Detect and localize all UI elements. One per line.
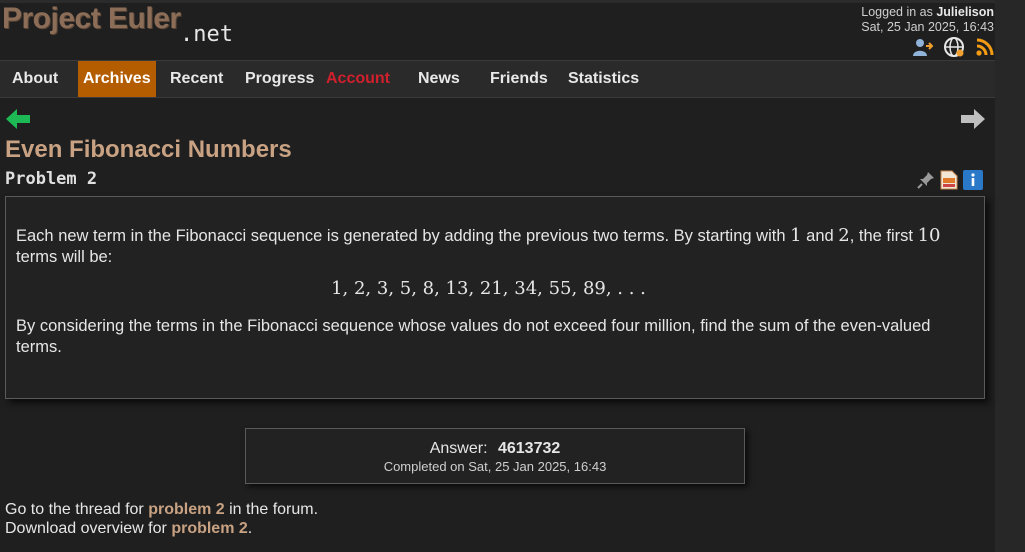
download-overview-line: Download overview for problem 2. xyxy=(5,519,318,538)
download-line-prefix: Download overview for xyxy=(5,520,167,537)
nav-friends[interactable]: Friends xyxy=(490,61,548,97)
logo-suffix-text: .net xyxy=(180,22,233,47)
user-info: Logged in as Julielison Sat, 25 Jan 2025… xyxy=(861,5,994,35)
rss-icon[interactable] xyxy=(974,36,996,58)
nav-archives[interactable]: Archives xyxy=(78,61,156,97)
completed-text: Completed on Sat, 25 Jan 2025, 16:43 xyxy=(383,459,607,474)
problem-title: Even Fibonacci Numbers xyxy=(5,136,292,163)
globe-icon[interactable] xyxy=(943,36,965,58)
problem-text: Each new term in the Fibonacci sequence … xyxy=(16,225,961,358)
problem-content-box: Each new term in the Fibonacci sequence … xyxy=(5,196,985,399)
problem-number: Problem 2 xyxy=(5,169,98,189)
next-problem-arrow-icon[interactable] xyxy=(960,108,986,135)
problem-paragraph-1: Each new term in the Fibonacci sequence … xyxy=(16,225,961,268)
math-number-10: 10 xyxy=(917,225,941,246)
forum-line-suffix: in the forum. xyxy=(229,501,319,518)
pin-icon[interactable] xyxy=(917,171,935,194)
paragraph-1-text-c: terms will be: xyxy=(16,248,113,266)
forum-line-prefix: Go to the thread for xyxy=(5,501,144,518)
header-datetime: Sat, 25 Jan 2025, 16:43 xyxy=(861,20,994,34)
footer-links: Go to the thread for problem 2 in the fo… xyxy=(5,500,318,538)
fibonacci-sequence: 1, 2, 3, 5, 8, 13, 21, 34, 55, 89, . . . xyxy=(331,278,646,299)
nav-news[interactable]: News xyxy=(418,61,460,97)
paragraph-1-text-b: , the first xyxy=(849,227,913,245)
nav-progress[interactable]: Progress xyxy=(245,61,314,97)
header-icons xyxy=(912,36,996,58)
logo-main-text: Project Euler xyxy=(2,2,181,35)
main-nav: About Archives Recent Progress Account N… xyxy=(0,60,995,98)
nav-recent[interactable]: Recent xyxy=(170,61,223,97)
account-icon[interactable] xyxy=(912,36,934,58)
right-gutter xyxy=(995,0,1025,552)
problem-paragraph-2: By considering the terms in the Fibonacc… xyxy=(16,317,931,356)
logged-in-prefix: Logged in as xyxy=(861,5,933,19)
answer-value: 4613732 xyxy=(497,440,561,457)
download-overview-link[interactable]: problem 2 xyxy=(171,520,247,537)
site-logo[interactable]: Project Euler .net xyxy=(2,2,233,47)
download-line-suffix: . xyxy=(247,520,253,537)
nav-statistics[interactable]: Statistics xyxy=(568,61,639,97)
math-number-1: 1 xyxy=(790,225,802,246)
forum-thread-line: Go to the thread for problem 2 in the fo… xyxy=(5,500,318,519)
paragraph-1-and: and xyxy=(806,227,834,245)
answer-label: Answer: xyxy=(429,440,488,457)
answer-line: Answer: 4613732 xyxy=(246,440,744,458)
info-icon[interactable] xyxy=(963,170,983,195)
math-number-2: 2 xyxy=(838,225,850,246)
problem-icons xyxy=(917,170,983,195)
previous-problem-arrow-icon[interactable] xyxy=(5,108,31,135)
paragraph-1-text-a: Each new term in the Fibonacci sequence … xyxy=(16,227,786,245)
answer-box: Answer: 4613732 Completed on Sat, 25 Jan… xyxy=(245,428,745,484)
html-file-icon[interactable] xyxy=(940,170,958,195)
username[interactable]: Julielison xyxy=(936,5,994,19)
forum-thread-link[interactable]: problem 2 xyxy=(148,501,224,518)
nav-account[interactable]: Account xyxy=(326,61,390,97)
nav-about[interactable]: About xyxy=(12,61,58,97)
